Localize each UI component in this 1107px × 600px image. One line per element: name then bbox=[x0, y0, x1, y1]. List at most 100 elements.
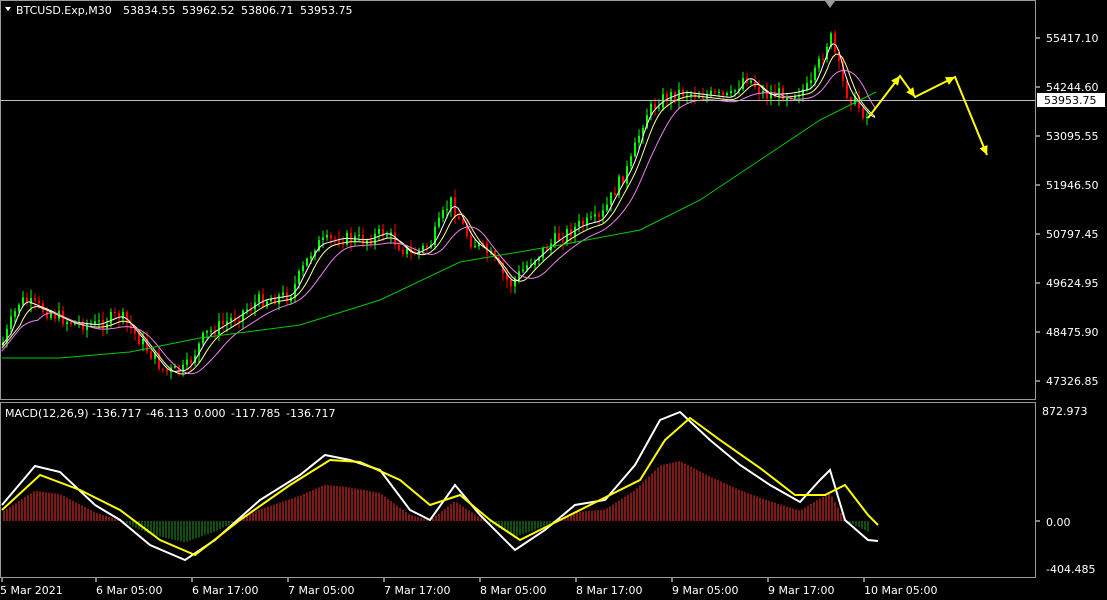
candle-body bbox=[562, 240, 564, 242]
candle-body bbox=[578, 220, 580, 227]
chart-shift-marker[interactable] bbox=[825, 1, 835, 8]
candle-body bbox=[474, 246, 476, 248]
candle-body bbox=[218, 321, 220, 335]
candle-body bbox=[590, 216, 592, 218]
candle-body bbox=[262, 294, 264, 307]
candle-body bbox=[310, 256, 312, 259]
candle-body bbox=[634, 142, 636, 157]
candle-body bbox=[626, 166, 628, 184]
candle-body bbox=[210, 330, 212, 332]
candlestick-series bbox=[2, 30, 868, 379]
candle-body bbox=[238, 320, 240, 322]
candle-body bbox=[402, 249, 404, 254]
main-header-low: 53806.71 bbox=[241, 4, 294, 17]
candle-body bbox=[186, 359, 188, 365]
macd-header-v1: -136.717 bbox=[92, 407, 141, 420]
candle-body bbox=[70, 322, 72, 325]
candle-body bbox=[138, 333, 140, 345]
candle-body bbox=[50, 313, 52, 318]
macd-header-v3: 0.000 bbox=[194, 407, 226, 420]
candle-body bbox=[458, 216, 460, 219]
candle-body bbox=[166, 369, 168, 372]
candle-body bbox=[470, 235, 472, 248]
main-header-open: 53834.55 bbox=[123, 4, 176, 17]
candle-body bbox=[282, 292, 284, 296]
price-label: 54244.60 bbox=[1046, 81, 1099, 94]
candle-body bbox=[442, 209, 444, 218]
candle-body bbox=[818, 58, 820, 68]
candle-body bbox=[46, 311, 48, 318]
candle-body bbox=[10, 316, 12, 329]
moving-averages bbox=[1, 43, 877, 375]
candle-body bbox=[326, 235, 328, 238]
candle-body bbox=[150, 351, 152, 359]
candle-body bbox=[862, 108, 864, 118]
candle-body bbox=[598, 214, 600, 217]
candle-body bbox=[614, 192, 616, 196]
price-label: 49624.95 bbox=[1046, 277, 1099, 290]
macd-panel-frame bbox=[0, 402, 1036, 578]
macd-scale[interactable]: 872.973 0.00 -404.485 bbox=[1036, 405, 1095, 576]
time-label: 7 Mar 05:00 bbox=[288, 584, 354, 597]
candle-body bbox=[606, 204, 608, 211]
time-label: 9 Mar 05:00 bbox=[672, 584, 738, 597]
macd-scale-label: 872.973 bbox=[1042, 405, 1088, 418]
main-header-high: 53962.52 bbox=[182, 4, 235, 17]
price-label: 51946.50 bbox=[1046, 179, 1099, 192]
candle-body bbox=[446, 209, 448, 211]
time-label: 6 Mar 05:00 bbox=[96, 584, 162, 597]
candle-body bbox=[86, 323, 88, 330]
candle-body bbox=[306, 258, 308, 266]
candle-body bbox=[246, 309, 248, 311]
candle-body bbox=[726, 93, 728, 95]
price-scale[interactable]: 55417.10 54244.60 53095.55 51946.50 5079… bbox=[1036, 32, 1099, 388]
candle-body bbox=[558, 233, 560, 241]
candle-body bbox=[834, 33, 836, 52]
macd-lines bbox=[1, 410, 879, 562]
candle-body bbox=[274, 298, 276, 304]
price-label: 50797.45 bbox=[1046, 228, 1099, 241]
dropdown-triangle-icon[interactable] bbox=[5, 7, 11, 11]
candle-body bbox=[110, 311, 112, 324]
candle-body bbox=[142, 339, 144, 345]
main-header-close: 53953.75 bbox=[300, 4, 353, 17]
candle-body bbox=[222, 321, 224, 325]
macd-signal-line bbox=[1, 416, 879, 557]
candle-body bbox=[386, 235, 388, 237]
candle-body bbox=[14, 311, 16, 317]
price-label: 55417.10 bbox=[1046, 32, 1099, 45]
candle-body bbox=[602, 210, 604, 217]
candle-body bbox=[462, 218, 464, 224]
candle-body bbox=[302, 265, 304, 272]
candle-body bbox=[426, 245, 428, 248]
candle-body bbox=[374, 233, 376, 245]
candle-body bbox=[734, 90, 736, 92]
main-header-symbol: BTCUSD.Exp,M30 bbox=[16, 4, 112, 17]
candle-body bbox=[806, 83, 808, 90]
candle-body bbox=[94, 321, 96, 324]
candle-body bbox=[510, 279, 512, 287]
candle-body bbox=[334, 238, 336, 240]
candle-body bbox=[814, 67, 816, 81]
candle-body bbox=[38, 300, 40, 304]
candle-body bbox=[350, 232, 352, 243]
candle-body bbox=[654, 103, 656, 109]
candle-body bbox=[710, 90, 712, 95]
candle-body bbox=[522, 269, 524, 272]
candle-body bbox=[206, 331, 208, 333]
macd-main-line bbox=[1, 410, 879, 562]
candle-body bbox=[258, 294, 260, 303]
candle-body bbox=[398, 244, 400, 250]
candle-body bbox=[342, 243, 344, 245]
candle-body bbox=[658, 107, 660, 109]
time-label: 8 Mar 17:00 bbox=[576, 584, 642, 597]
candle-body bbox=[630, 156, 632, 167]
candle-body bbox=[378, 229, 380, 234]
candle-body bbox=[822, 58, 824, 60]
time-axis[interactable]: 5 Mar 2021 6 Mar 05:00 6 Mar 17:00 7 Mar… bbox=[0, 578, 937, 597]
trading-chart[interactable]: BTCUSD.Exp,M30 53834.55 53962.52 53806.7… bbox=[0, 0, 1107, 600]
candle-body bbox=[778, 88, 780, 98]
time-label: 10 Mar 05:00 bbox=[864, 584, 937, 597]
candle-body bbox=[162, 368, 164, 370]
candle-body bbox=[278, 295, 280, 304]
